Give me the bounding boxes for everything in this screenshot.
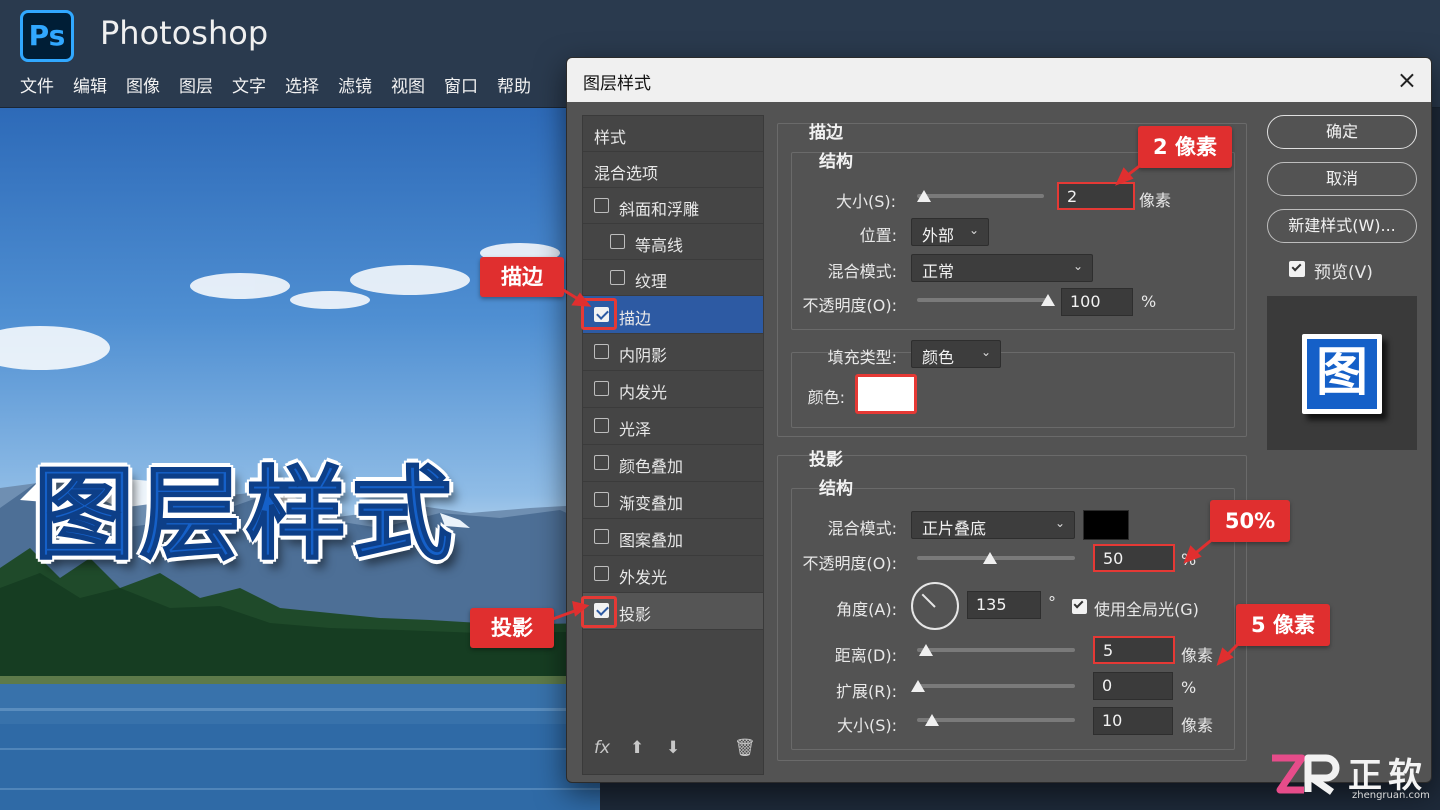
callout-arrows bbox=[549, 162, 1242, 666]
watermark: 正软 zhengruan.com bbox=[1268, 748, 1440, 810]
watermark-url: zhengruan.com bbox=[1352, 790, 1430, 801]
zr-logo-icon bbox=[1272, 754, 1340, 795]
